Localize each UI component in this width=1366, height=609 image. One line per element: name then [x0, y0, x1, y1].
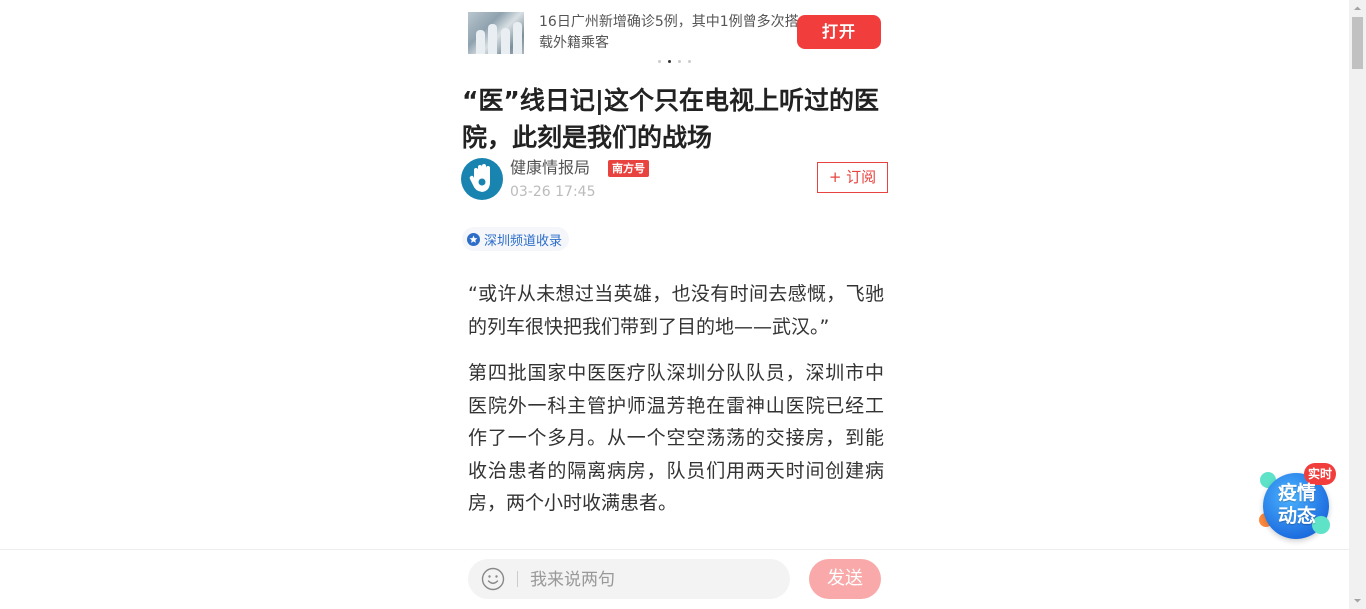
epidemic-news-widget[interactable]: 实时 疫情动态 — [1256, 463, 1338, 543]
article-paragraph: 第四批国家中医医疗队深圳分队队员，深圳市中医院外一科主管护师温芳艳在雷神山医院已… — [468, 362, 884, 514]
app-promo-banner[interactable]: 16日广州新增确诊5例，其中1例曾多次搭载外籍乘客 打开 — [468, 12, 882, 56]
send-button[interactable]: 发送 — [809, 559, 881, 599]
subscribe-button[interactable]: + 订阅 — [817, 162, 888, 193]
carousel-dot[interactable] — [658, 60, 661, 63]
open-app-button[interactable]: 打开 — [797, 15, 881, 49]
scroll-thumb[interactable] — [1352, 17, 1363, 69]
scroll-down-icon[interactable] — [1349, 592, 1366, 609]
widget-title: 疫情动态 — [1277, 482, 1316, 527]
carousel-dot[interactable] — [688, 60, 691, 63]
divider — [517, 571, 518, 587]
comment-input[interactable] — [528, 559, 782, 601]
hand-logo-icon — [462, 159, 502, 199]
author-badge: 南方号 — [608, 160, 649, 177]
comment-bar: 发送 — [0, 549, 1349, 609]
publish-time: 03-26 17:45 — [510, 184, 596, 200]
article-paragraph: “或许从未想过当英雄，也没有时间去感慨，飞驰的列车很快把我们带到了目的地——武汉… — [468, 283, 884, 338]
page: 16日广州新增确诊5例，其中1例曾多次搭载外籍乘客 打开 “医”线日记|这个只在… — [0, 0, 1366, 609]
carousel-dot[interactable] — [678, 60, 681, 63]
scroll-up-icon[interactable] — [1349, 0, 1366, 17]
news-thumbnail[interactable] — [468, 12, 524, 54]
author-avatar[interactable] — [461, 158, 503, 200]
banner-headline[interactable]: 16日广州新增确诊5例，其中1例曾多次搭载外籍乘客 — [539, 12, 801, 54]
comment-box[interactable] — [468, 559, 790, 601]
article-body: “或许从未想过当英雄，也没有时间去感慨，飞驰的列车很快把我们带到了目的地——武汉… — [468, 278, 884, 534]
carousel-dot-active[interactable] — [668, 60, 671, 63]
channel-tag[interactable]: 深圳频道收录 — [462, 227, 570, 251]
channel-tag-label: 深圳频道收录 — [484, 233, 563, 249]
smile-icon[interactable] — [481, 567, 505, 591]
star-icon — [467, 232, 480, 246]
vertical-scrollbar[interactable] — [1349, 0, 1366, 609]
article-title: “医”线日记|这个只在电视上听过的医院，此刻是我们的战场 — [462, 86, 879, 152]
author-name[interactable]: 健康情报局 — [510, 158, 590, 178]
